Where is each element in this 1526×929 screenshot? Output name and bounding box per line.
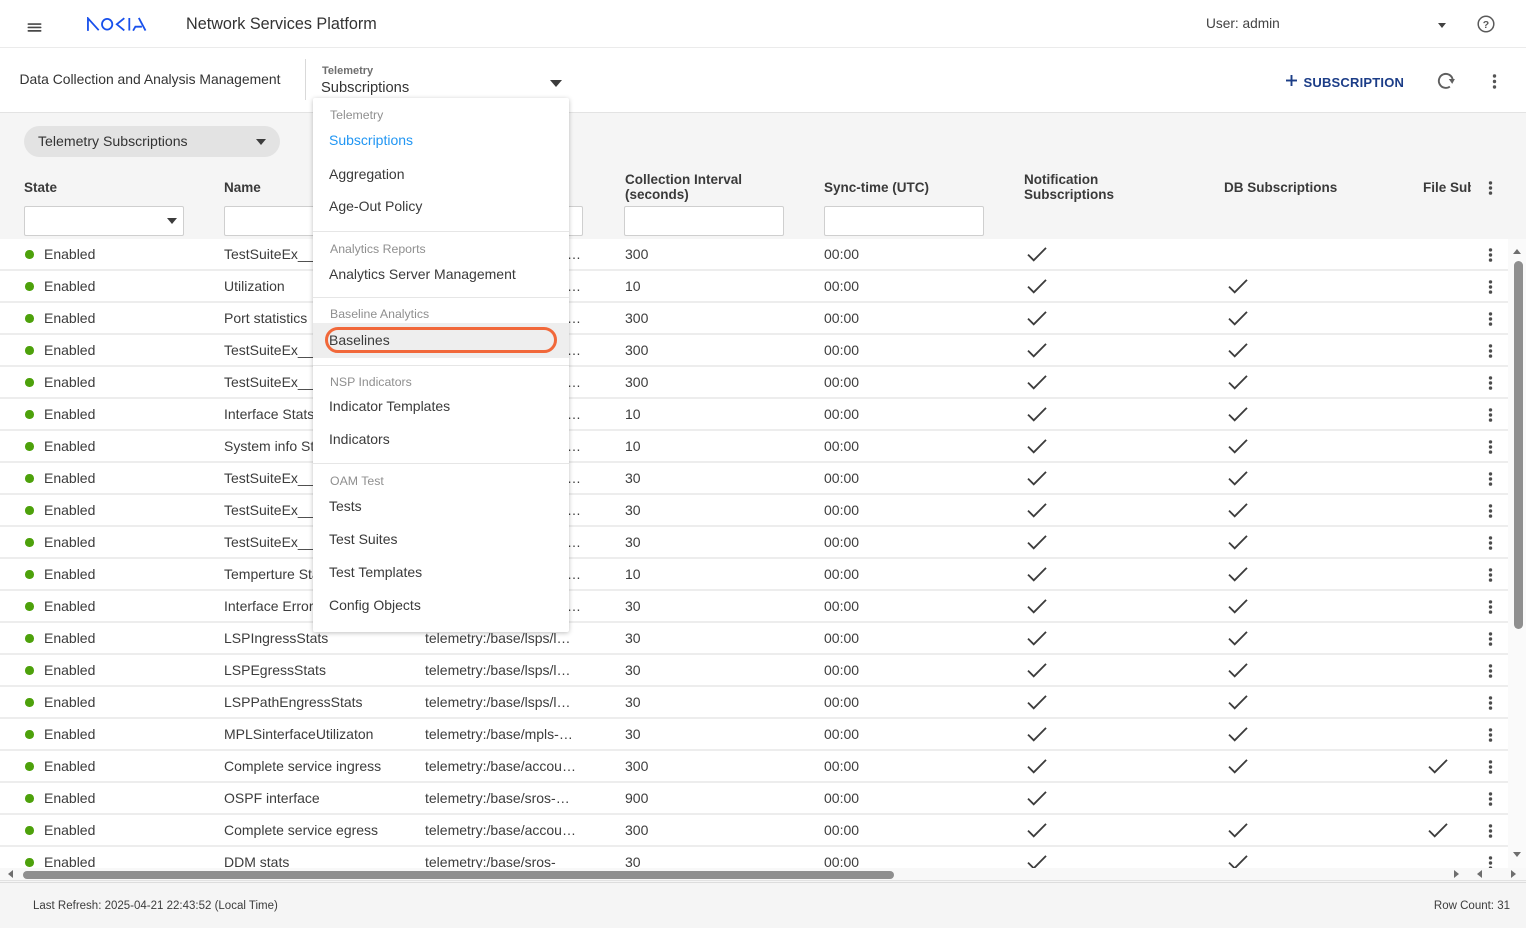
svg-text:?: ?	[1483, 19, 1489, 31]
